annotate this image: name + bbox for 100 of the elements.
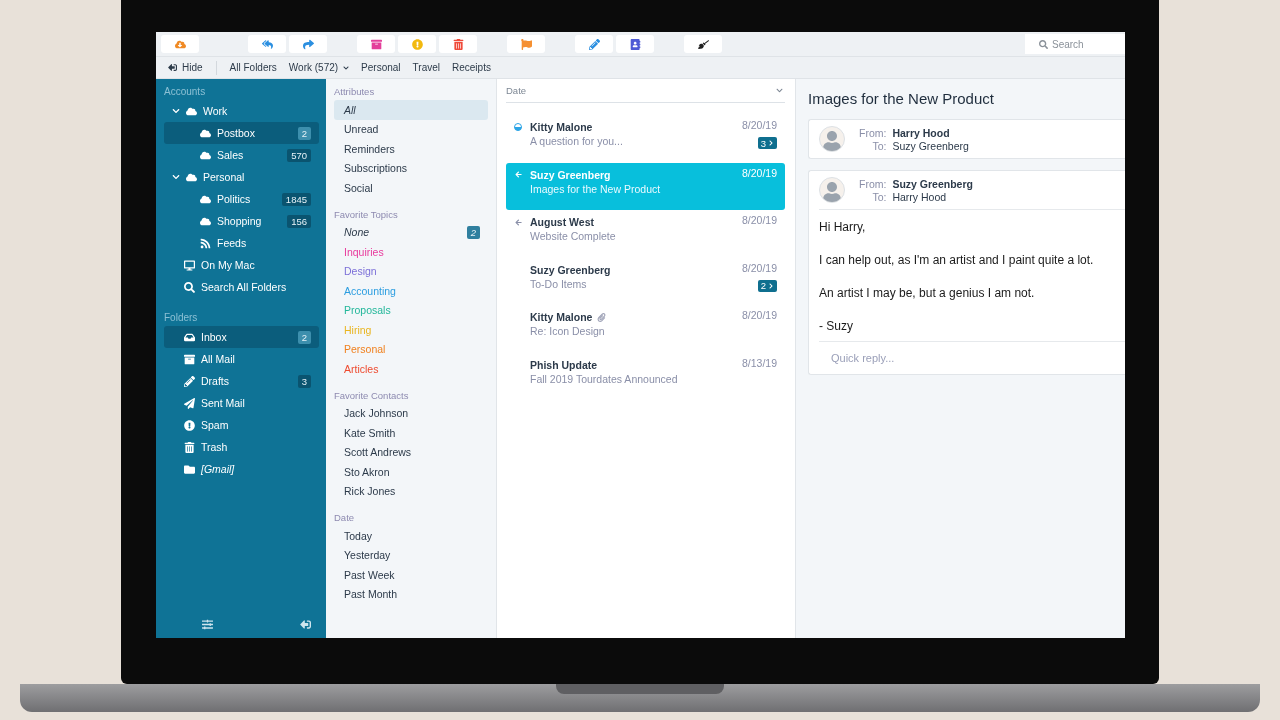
sidebar-item[interactable]: On My Mac: [164, 254, 319, 276]
sender-name: Kitty Malone: [530, 309, 742, 325]
half-filled-dot-icon: [514, 123, 522, 131]
sidebar-item[interactable]: Postbox 2: [164, 122, 319, 144]
chevron-down-icon: [343, 64, 350, 71]
filter-item[interactable]: Sto Akron: [334, 462, 488, 482]
message-paragraph: - Suzy: [819, 319, 854, 333]
broom-icon: [697, 38, 709, 50]
sidebar-item[interactable]: Inbox 2: [164, 326, 319, 348]
filter-item[interactable]: Kate Smith: [334, 423, 488, 443]
toolbar-button[interactable]: [684, 35, 722, 53]
filter-item[interactable]: Reminders: [334, 139, 488, 159]
sidebar-item[interactable]: Sales 570: [164, 144, 319, 166]
sidebar-item[interactable]: Politics 1845: [164, 188, 319, 210]
chevron-down-icon[interactable]: [172, 107, 180, 115]
trash-icon: [184, 441, 195, 453]
folder-icon: [184, 463, 195, 475]
from-label: From:: [859, 177, 887, 190]
filter-item[interactable]: None 2: [334, 222, 488, 242]
from-label: From:: [859, 126, 887, 139]
count-badge: 570: [287, 148, 311, 162]
sidebar-item[interactable]: Spam: [164, 414, 319, 436]
cloud-download-icon: [174, 38, 186, 50]
filter-item[interactable]: Past Week: [334, 565, 488, 585]
message-date: 8/20/19: [741, 214, 777, 228]
filter-item[interactable]: Yesterday: [334, 545, 488, 565]
recipient-name: Harry Hood: [892, 190, 948, 203]
filter-item[interactable]: Rick Jones: [334, 481, 488, 501]
filter-item[interactable]: Inquiries: [334, 242, 488, 262]
filter-item[interactable]: Unread: [334, 119, 488, 139]
avatar-icon: [819, 177, 845, 203]
pencil-icon: [588, 38, 600, 50]
sign-out-icon: [168, 63, 177, 72]
hide-button[interactable]: Hide: [168, 60, 217, 75]
exclamation-icon: [411, 38, 423, 50]
message-paragraph: Hi Harry,: [819, 220, 867, 234]
message-row[interactable]: August West 8/20/19 Website Complete: [506, 210, 785, 258]
chevron-down-icon: [776, 87, 783, 94]
sender-name: Harry Hood: [892, 126, 951, 139]
rss-icon: [200, 237, 211, 249]
message-paragraph: I can help out, as I'm an artist and I paint quite a lot.: [819, 253, 1095, 267]
thread-count-badge[interactable]: 3: [757, 137, 777, 149]
filter-item[interactable]: Scott Andrews: [334, 442, 488, 462]
message-row[interactable]: Kitty Malone 8/20/19 Re: Icon Design: [506, 305, 785, 353]
sidebar-item[interactable]: Personal: [164, 166, 319, 188]
count-badge: 2: [297, 126, 311, 140]
to-label: To:: [871, 139, 887, 152]
sender-name: August West: [530, 215, 595, 230]
sidebar-item[interactable]: Work: [164, 100, 319, 122]
cloud-icon: [200, 127, 211, 139]
sidebar-item[interactable]: Search All Folders: [164, 276, 319, 298]
inbox-icon: [184, 331, 195, 343]
sidebar-item[interactable]: Feeds: [164, 232, 319, 254]
message-row[interactable]: Suzy Greenberg 8/20/19 To-Do Items 2: [506, 257, 785, 305]
sidebar-item[interactable]: Sent Mail: [164, 392, 319, 414]
avatar-icon: [819, 126, 845, 152]
forward-icon: [302, 38, 314, 50]
count-badge: 3: [297, 374, 311, 388]
sidebar-item[interactable]: Drafts 3: [164, 370, 319, 392]
filter-item[interactable]: Design: [334, 261, 488, 281]
section-heading: Attributes: [334, 85, 376, 99]
tab[interactable]: Travel: [412, 62, 440, 73]
message-row[interactable]: Phish Update 8/13/19 Fall 2019 Tourdates Announced: [506, 352, 785, 400]
flag-icon: [520, 38, 532, 50]
reply-arrow-icon: [514, 218, 522, 226]
sign-out-icon[interactable]: [300, 618, 311, 630]
filter-item[interactable]: All: [334, 100, 488, 120]
filter-item[interactable]: Social: [334, 178, 488, 198]
cloud-icon: [200, 215, 211, 227]
sidebar-item[interactable]: All Mail: [164, 348, 319, 370]
pencil-icon: [184, 375, 195, 387]
chevron-down-icon[interactable]: [172, 173, 180, 181]
message-title: Images for the New Product: [808, 90, 995, 108]
chevron-right-icon: [768, 282, 774, 289]
sidebar-item[interactable]: [Gmail]: [164, 458, 319, 480]
sidebar-item[interactable]: Shopping 156: [164, 210, 319, 232]
tab[interactable]: Personal: [361, 62, 401, 73]
tab[interactable]: Work (572): [288, 62, 350, 73]
filter-item[interactable]: Jack Johnson: [334, 403, 488, 423]
archive-box-icon: [370, 38, 382, 50]
cloud-icon: [200, 149, 211, 161]
search-icon: [184, 281, 195, 293]
section-heading: Favorite Contacts: [334, 388, 410, 403]
tab[interactable]: All Folders: [229, 62, 277, 73]
sliders-icon[interactable]: [202, 618, 213, 630]
sidebar-item[interactable]: Trash: [164, 436, 319, 458]
filter-item[interactable]: Subscriptions: [334, 158, 488, 178]
section-heading: Folders: [164, 311, 199, 325]
tab[interactable]: Receipts: [452, 62, 491, 73]
sender-name: Suzy Greenberg: [892, 177, 973, 190]
message-date: 8/13/19: [741, 356, 777, 371]
thread-count-badge[interactable]: 2: [757, 279, 777, 292]
filter-item[interactable]: Past Month: [334, 584, 488, 604]
chevron-right-icon: [768, 140, 774, 146]
filter-item[interactable]: Articles: [334, 359, 488, 379]
sender-name: Phish Update: [530, 357, 599, 373]
filter-item[interactable]: Today: [334, 526, 488, 546]
message-row[interactable]: Kitty Malone 8/20/19 A question for you... 3: [506, 115, 785, 163]
sort-header[interactable]: Date: [506, 79, 785, 103]
monitor-icon: [184, 259, 195, 271]
